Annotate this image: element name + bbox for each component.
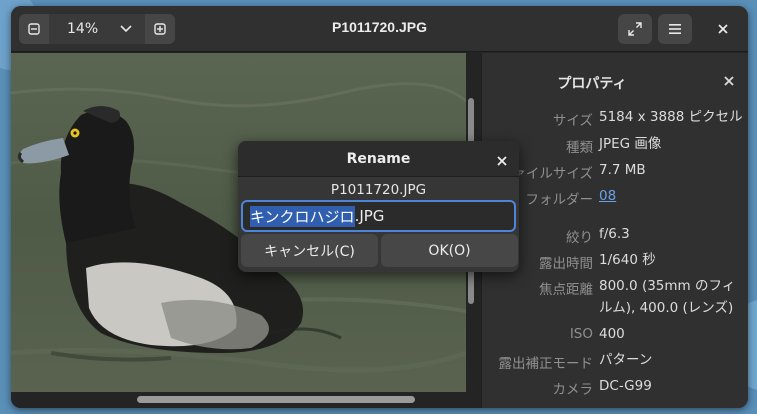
rename-input[interactable]: キンクロハジロ .JPG: [241, 200, 516, 232]
dialog-header: Rename: [238, 141, 519, 177]
property-key: カメラ: [552, 382, 594, 398]
hamburger-menu-icon: [669, 24, 681, 34]
rename-dialog: Rename P1011720.JPG キンクロハジロ .JPG キャンセル(C)…: [238, 141, 519, 272]
cancel-button[interactable]: キャンセル(C): [241, 234, 378, 267]
horizontal-scrollbar[interactable]: [137, 396, 415, 403]
property-key: 露出補正モード: [498, 356, 594, 372]
close-icon: [718, 24, 728, 34]
fullscreen-icon: [628, 22, 642, 36]
property-value: 800.0 (35mm のフィルム), 400.0 (レンズ): [599, 278, 736, 316]
original-filename: P1011720.JPG: [330, 182, 427, 198]
property-key: ISO: [569, 326, 593, 342]
main-menu-button[interactable]: [658, 14, 692, 44]
properties-title: プロパティ: [557, 76, 627, 92]
close-icon: [497, 156, 507, 166]
dialog-close-button[interactable]: [497, 151, 507, 170]
property-value: 7.7 MB: [599, 162, 646, 178]
property-key: 焦点距離: [539, 282, 593, 298]
properties-close-button[interactable]: [724, 71, 734, 90]
properties-panel: プロパティ サイズ 5184 x 3888 ピクセル 種類 JPEG 画像 ファ…: [481, 53, 748, 408]
property-value: DC-G99: [599, 378, 652, 394]
header-bar: 14% P1011720.JPG: [11, 6, 748, 52]
property-key: フォルダー: [525, 192, 594, 208]
dialog-title: Rename: [346, 151, 411, 167]
property-value: パターン: [599, 352, 653, 368]
property-value: 5184 x 3888 ピクセル: [599, 109, 743, 125]
property-value: 400: [599, 326, 625, 342]
selected-text: キンクロハジロ: [250, 205, 355, 227]
window-close-button[interactable]: [706, 14, 740, 44]
property-key: サイズ: [552, 113, 593, 129]
folder-link[interactable]: 08: [599, 185, 616, 207]
property-key: 種類: [566, 140, 593, 156]
ok-button[interactable]: OK(O): [381, 234, 518, 267]
extension-text: .JPG: [354, 207, 385, 225]
property-value: f/6.3: [599, 226, 630, 242]
property-key: 絞り: [566, 230, 593, 246]
property-value: 1/640 秒: [599, 252, 656, 268]
close-icon: [724, 76, 734, 86]
property-key: 露出時間: [539, 256, 593, 272]
fullscreen-button[interactable]: [618, 14, 652, 44]
property-value: JPEG 画像: [599, 136, 662, 152]
